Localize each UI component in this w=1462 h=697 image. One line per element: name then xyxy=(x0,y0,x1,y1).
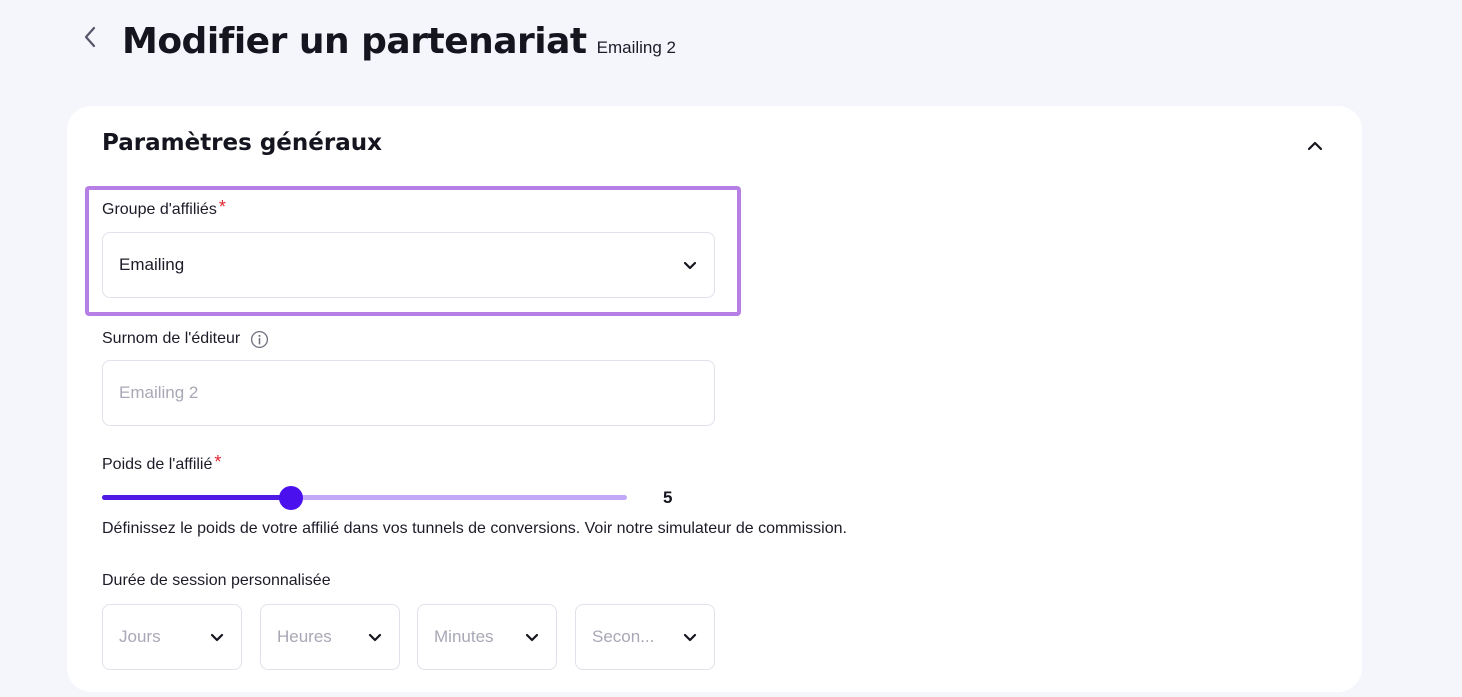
affiliate-weight-value: 5 xyxy=(663,488,673,507)
affiliate-weight-help-text: Définissez le poids de votre affilié dan… xyxy=(102,520,847,537)
collapse-section-button[interactable] xyxy=(1303,134,1327,158)
session-days-select[interactable]: Jours xyxy=(102,604,242,670)
publisher-nickname-input[interactable] xyxy=(119,383,698,403)
chevron-down-icon xyxy=(682,257,698,273)
publisher-nickname-field[interactable] xyxy=(102,360,715,426)
session-hours-placeholder: Heures xyxy=(277,627,332,646)
publisher-nickname-label-text: Surnom de l'éditeur xyxy=(102,330,241,347)
affiliate-group-value: Emailing xyxy=(119,255,185,274)
back-button[interactable] xyxy=(78,22,102,52)
general-settings-card: Paramètres généraux Groupe d'affiliés * … xyxy=(67,106,1362,692)
info-icon[interactable] xyxy=(250,330,269,349)
chevron-down-icon xyxy=(367,629,383,645)
affiliate-weight-label: Poids de l'affilié * xyxy=(102,452,222,474)
publisher-nickname-label: Surnom de l'éditeur xyxy=(102,329,269,349)
required-mark: * xyxy=(218,197,226,217)
session-seconds-select[interactable]: Secon... xyxy=(575,604,715,670)
session-minutes-placeholder: Minutes xyxy=(434,627,494,646)
session-seconds-placeholder: Secon... xyxy=(592,627,655,646)
affiliate-group-select[interactable]: Emailing xyxy=(102,232,715,298)
slider-thumb[interactable] xyxy=(279,486,303,510)
session-duration-label: Durée de session personnalisée xyxy=(102,572,331,590)
session-minutes-select[interactable]: Minutes xyxy=(417,604,557,670)
page-header: Modifier un partenariat Emailing 2 xyxy=(78,20,676,64)
session-hours-select[interactable]: Heures xyxy=(260,604,400,670)
chevron-down-icon xyxy=(524,629,540,645)
affiliate-weight-slider[interactable] xyxy=(102,486,627,510)
chevron-left-icon xyxy=(84,26,96,48)
required-mark: * xyxy=(214,452,222,472)
affiliate-weight-label-text: Poids de l'affilié xyxy=(102,456,213,473)
chevron-down-icon xyxy=(209,629,225,645)
section-title: Paramètres généraux xyxy=(102,130,382,156)
slider-fill xyxy=(102,495,291,500)
session-days-placeholder: Jours xyxy=(119,627,161,646)
session-duration-label-text: Durée de session personnalisée xyxy=(102,572,331,589)
page-subtitle: Emailing 2 xyxy=(596,38,676,57)
affiliate-group-label-text: Groupe d'affiliés xyxy=(102,201,217,218)
page-title: Modifier un partenariat xyxy=(122,21,587,62)
affiliate-group-label: Groupe d'affiliés * xyxy=(102,197,226,219)
chevron-up-icon xyxy=(1307,141,1323,151)
chevron-down-icon xyxy=(682,629,698,645)
